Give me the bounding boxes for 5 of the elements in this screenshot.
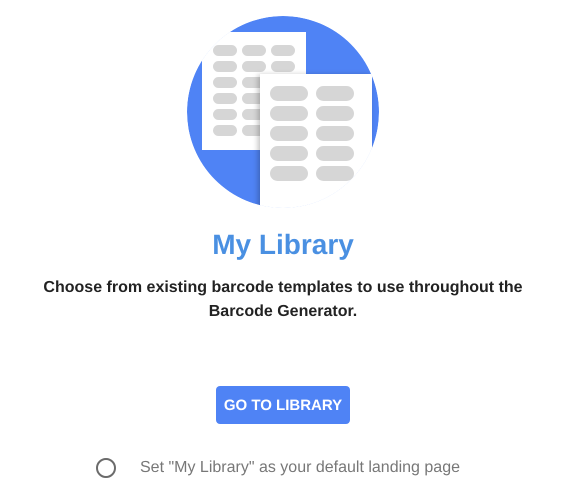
radio-button[interactable]: [96, 458, 116, 478]
go-to-library-button[interactable]: GO TO LIBRARY: [216, 386, 350, 424]
description-text: Choose from existing barcode templates to use throughout the Barcode Generator.: [42, 278, 524, 322]
page-title: My Library: [212, 228, 354, 262]
default-page-label: Set "My Library" as your default landing page: [140, 459, 460, 477]
